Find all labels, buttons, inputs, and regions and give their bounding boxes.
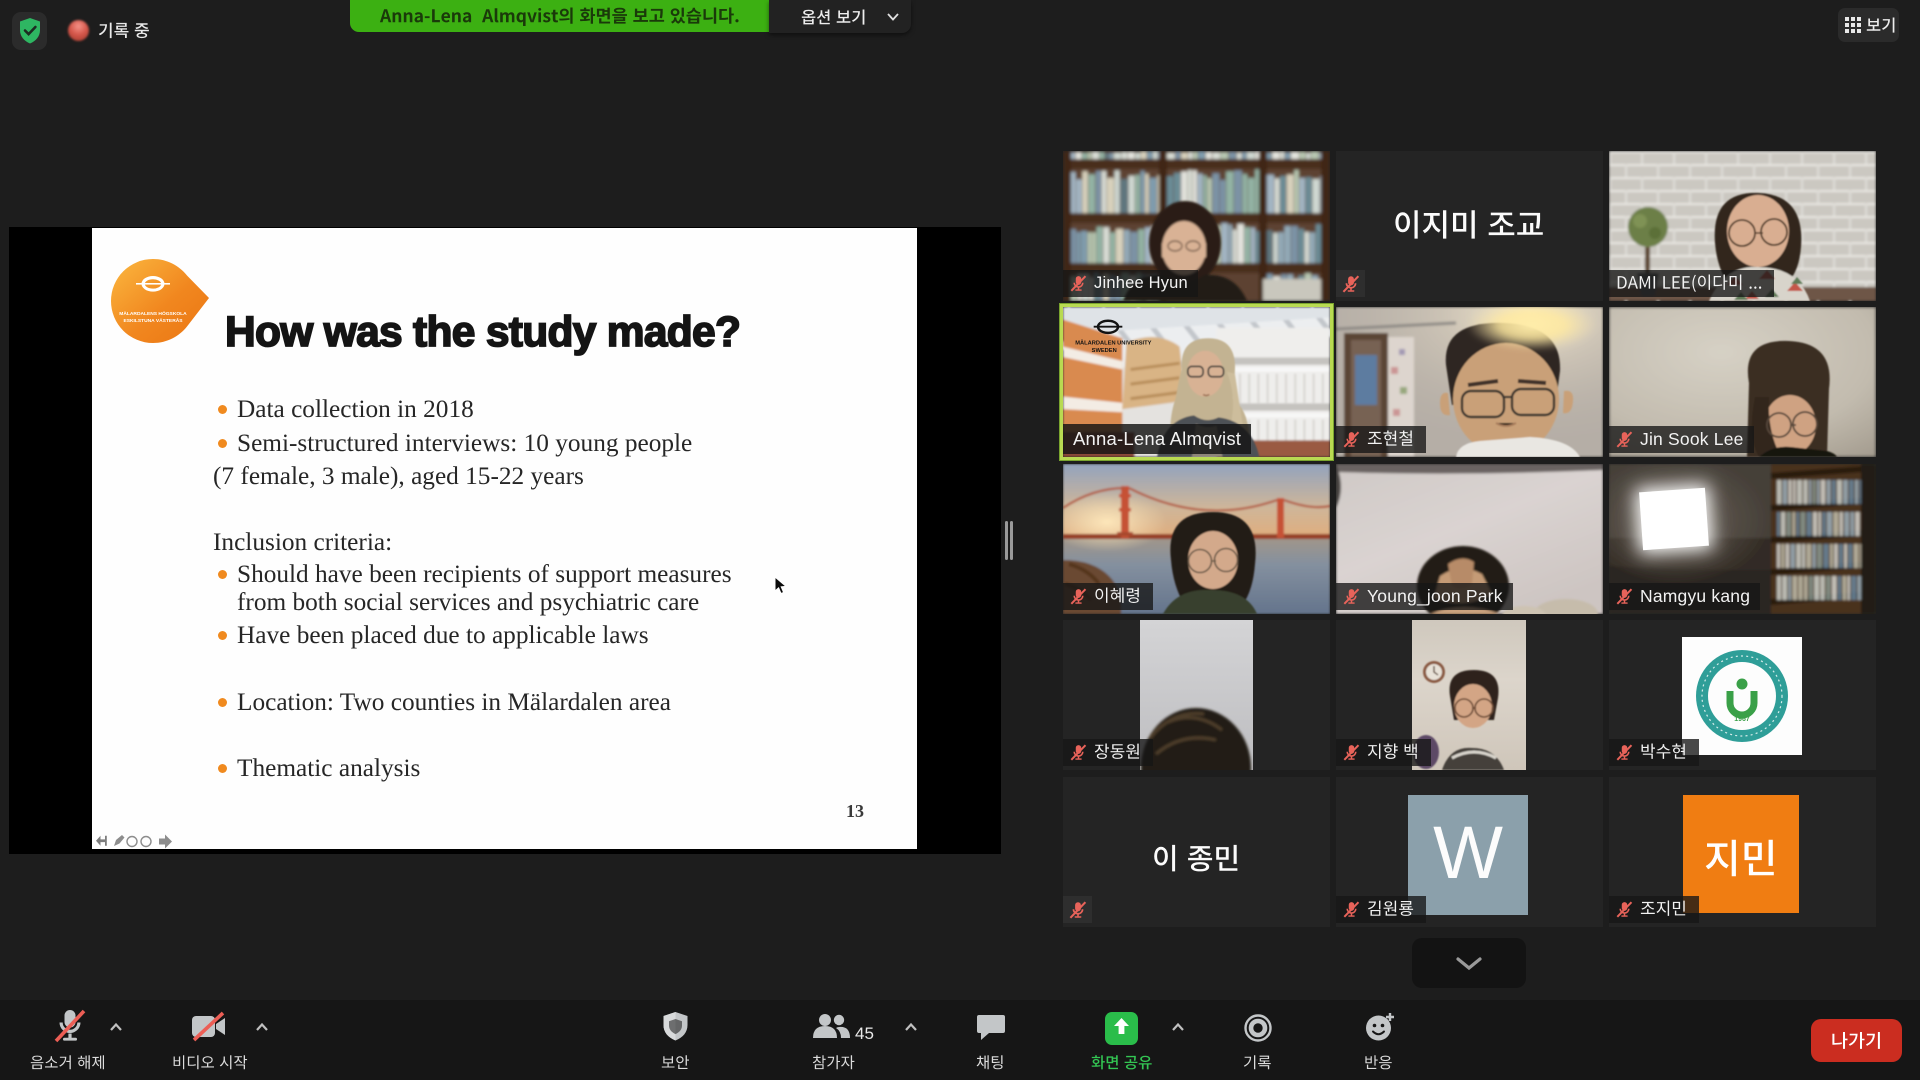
svg-text:SWEDEN: SWEDEN [1092, 348, 1117, 354]
svg-text:MÄLARDALENS HÖGSKOLA: MÄLARDALENS HÖGSKOLA [119, 310, 187, 317]
svg-text:1967: 1967 [1734, 716, 1750, 723]
svg-text:How was the study made?: How was the study made? [225, 309, 740, 356]
svg-text:MÄLARDALEN UNIVERSITY: MÄLARDALEN UNIVERSITY [1075, 339, 1151, 346]
svg-text:ESKILSTUNA VÄSTERÅS: ESKILSTUNA VÄSTERÅS [123, 317, 183, 324]
